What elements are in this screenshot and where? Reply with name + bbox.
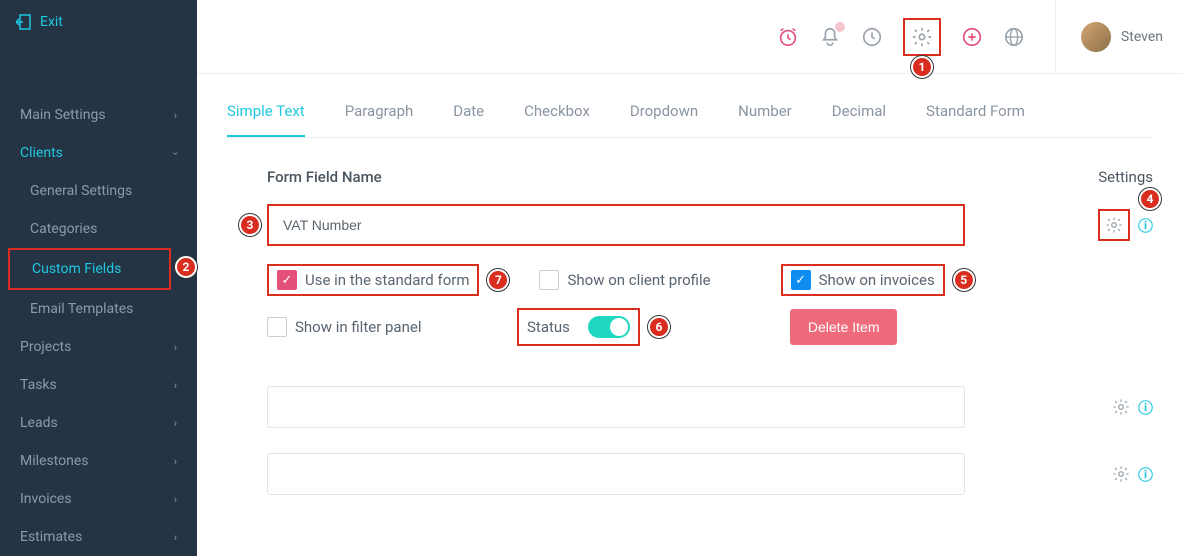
row-settings-button-2[interactable] bbox=[1112, 398, 1130, 416]
use-standard-form-label: Use in the standard form bbox=[305, 271, 469, 289]
chevron-right-icon: › bbox=[174, 341, 177, 354]
tab-paragraph[interactable]: Paragraph bbox=[345, 94, 414, 137]
notification-dot bbox=[835, 22, 845, 32]
show-client-profile-checkbox[interactable] bbox=[539, 270, 559, 290]
info-icon-3[interactable]: ⓘ bbox=[1138, 464, 1153, 485]
status-toggle[interactable] bbox=[588, 316, 630, 338]
sidebar-item-custom-fields[interactable]: Custom Fields bbox=[8, 248, 171, 290]
sidebar-item-label: Milestones bbox=[20, 453, 89, 469]
tab-number[interactable]: Number bbox=[738, 94, 792, 137]
tabs: Simple Text Paragraph Date Checkbox Drop… bbox=[227, 94, 1153, 138]
sidebar-item-label: Custom Fields bbox=[32, 261, 121, 277]
user-menu[interactable]: Steven bbox=[1055, 0, 1163, 74]
globe-icon[interactable] bbox=[1003, 26, 1025, 48]
sidebar-item-leads[interactable]: Leads › bbox=[0, 404, 197, 442]
show-client-profile-label: Show on client profile bbox=[567, 271, 710, 289]
sidebar-item-milestones[interactable]: Milestones › bbox=[0, 442, 197, 480]
exit-label: Exit bbox=[40, 14, 63, 30]
gear-icon-highlighted[interactable] bbox=[903, 18, 941, 56]
topbar: 1 Steven bbox=[197, 0, 1183, 74]
chevron-right-icon: › bbox=[174, 109, 177, 122]
sidebar-item-label: General Settings bbox=[30, 183, 132, 199]
status-label: Status bbox=[527, 318, 570, 336]
sidebar-item-general-settings[interactable]: General Settings bbox=[0, 172, 197, 210]
annotation-badge-7: 7 bbox=[487, 269, 509, 291]
alarm-icon[interactable] bbox=[777, 26, 799, 48]
annotation-badge-5: 5 bbox=[953, 269, 975, 291]
form-field-name-label: Form Field Name bbox=[227, 168, 382, 186]
user-name: Steven bbox=[1121, 29, 1163, 45]
sidebar-item-label: Leads bbox=[20, 415, 58, 431]
field-name-input-2[interactable] bbox=[267, 386, 965, 428]
tab-date[interactable]: Date bbox=[453, 94, 484, 137]
sidebar-item-categories[interactable]: Categories bbox=[0, 210, 197, 248]
annotation-badge-6: 6 bbox=[648, 316, 670, 338]
avatar bbox=[1081, 22, 1111, 52]
chevron-right-icon: › bbox=[174, 531, 177, 544]
add-icon[interactable] bbox=[961, 26, 983, 48]
exit-icon bbox=[16, 14, 32, 30]
row-settings-button-3[interactable] bbox=[1112, 465, 1130, 483]
tab-decimal[interactable]: Decimal bbox=[832, 94, 886, 137]
sidebar-item-label: Categories bbox=[30, 221, 97, 237]
info-icon[interactable]: ⓘ bbox=[1138, 215, 1153, 236]
chevron-down-icon: › bbox=[169, 151, 182, 154]
sidebar-item-estimates[interactable]: Estimates › bbox=[0, 518, 197, 556]
clock-icon[interactable] bbox=[861, 26, 883, 48]
field-name-input-3[interactable] bbox=[267, 453, 965, 495]
tab-standard-form[interactable]: Standard Form bbox=[926, 94, 1025, 137]
sidebar-item-email-templates[interactable]: Email Templates bbox=[0, 290, 197, 328]
show-on-invoices-label: Show on invoices bbox=[819, 271, 935, 289]
exit-button[interactable]: Exit bbox=[0, 0, 197, 44]
sidebar-item-label: Tasks bbox=[20, 377, 57, 393]
sidebar-item-invoices[interactable]: Invoices › bbox=[0, 480, 197, 518]
chevron-right-icon: › bbox=[174, 379, 177, 392]
tab-dropdown[interactable]: Dropdown bbox=[630, 94, 698, 137]
sidebar-item-label: Estimates bbox=[20, 529, 82, 545]
chevron-right-icon: › bbox=[174, 493, 177, 506]
sidebar-item-main-settings[interactable]: Main Settings › bbox=[0, 96, 197, 134]
chevron-right-icon: › bbox=[174, 455, 177, 468]
sidebar-item-clients[interactable]: Clients › bbox=[0, 134, 197, 172]
show-filter-panel-label: Show in filter panel bbox=[295, 318, 421, 336]
sidebar-item-label: Email Templates bbox=[30, 301, 133, 317]
main: 1 Steven Simple Text Paragraph Date Chec… bbox=[197, 0, 1183, 556]
row-settings-button[interactable] bbox=[1098, 209, 1130, 241]
sidebar-item-label: Clients bbox=[20, 145, 63, 161]
tab-simple-text[interactable]: Simple Text bbox=[227, 94, 305, 137]
tab-checkbox[interactable]: Checkbox bbox=[524, 94, 590, 137]
annotation-badge-2: 2 bbox=[175, 256, 197, 278]
chevron-right-icon: › bbox=[174, 417, 177, 430]
annotation-badge-3: 3 bbox=[239, 214, 261, 236]
use-standard-form-checkbox[interactable]: ✓ bbox=[277, 270, 297, 290]
info-icon-2[interactable]: ⓘ bbox=[1138, 397, 1153, 418]
annotation-badge-1: 1 bbox=[911, 56, 933, 78]
sidebar-item-label: Invoices bbox=[20, 491, 72, 507]
field-name-input[interactable] bbox=[267, 204, 965, 246]
bell-icon[interactable] bbox=[819, 26, 841, 48]
sidebar-item-label: Main Settings bbox=[20, 107, 106, 123]
sidebar-item-label: Projects bbox=[20, 339, 71, 355]
sidebar: Exit Main Settings › Clients › General S… bbox=[0, 0, 197, 556]
show-filter-panel-checkbox[interactable] bbox=[267, 317, 287, 337]
sidebar-item-projects[interactable]: Projects › bbox=[0, 328, 197, 366]
settings-label: Settings 4 bbox=[1098, 168, 1153, 186]
delete-item-button[interactable]: Delete Item bbox=[790, 309, 898, 345]
show-on-invoices-checkbox[interactable]: ✓ bbox=[791, 270, 811, 290]
sidebar-item-tasks[interactable]: Tasks › bbox=[0, 366, 197, 404]
